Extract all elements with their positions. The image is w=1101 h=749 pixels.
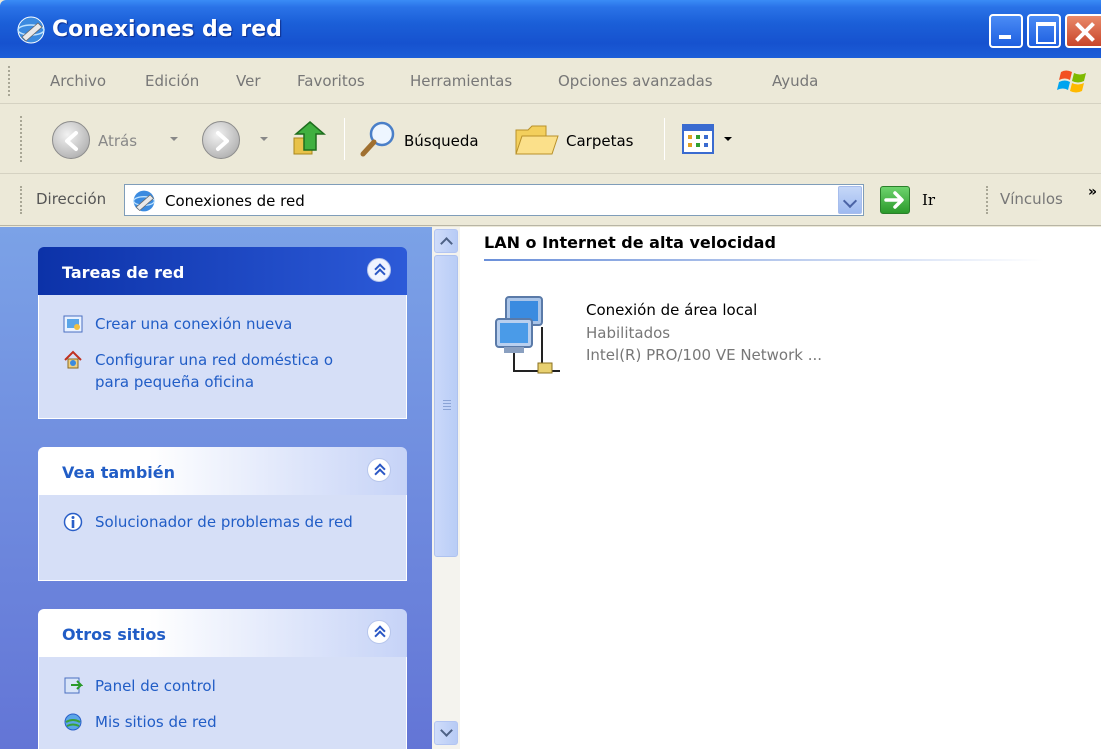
address-value: Conexiones de red bbox=[165, 192, 305, 210]
menu-edicion[interactable]: Edición bbox=[145, 72, 199, 90]
scroll-down-button[interactable] bbox=[434, 721, 458, 745]
address-input[interactable]: Conexiones de red bbox=[124, 184, 864, 216]
menu-favoritos[interactable]: Favoritos bbox=[297, 72, 365, 90]
network-tasks-panel: Tareas de red Crear una conexión nueva C… bbox=[38, 247, 407, 419]
panel-title: Otros sitios bbox=[62, 625, 166, 644]
see-also-body: Solucionador de problemas de red bbox=[38, 495, 407, 581]
task-pane: Tareas de red Crear una conexión nueva C… bbox=[0, 227, 432, 749]
folders-icon[interactable] bbox=[514, 120, 560, 158]
task-troubleshooter[interactable]: Solucionador de problemas de red bbox=[63, 511, 363, 533]
forward-arrow-icon bbox=[216, 131, 229, 151]
address-grip bbox=[20, 186, 23, 214]
other-places-body: Panel de control Mis sitios de red bbox=[38, 657, 407, 749]
menu-herramientas[interactable]: Herramientas bbox=[410, 72, 512, 90]
task-label[interactable]: Panel de control bbox=[95, 675, 216, 697]
network-connections-icon bbox=[132, 190, 156, 212]
back-arrow-icon bbox=[65, 131, 78, 151]
address-bar: Dirección Conexiones de red Ir Vínculos … bbox=[0, 174, 1101, 226]
lan-connection-icon bbox=[495, 296, 560, 374]
address-label: Dirección bbox=[36, 190, 107, 208]
scroll-up-button[interactable] bbox=[434, 229, 458, 253]
task-label[interactable]: Configurar una red doméstica o para pequ… bbox=[95, 349, 363, 393]
search-icon[interactable] bbox=[358, 118, 398, 160]
links-label[interactable]: Vínculos bbox=[1000, 190, 1063, 208]
task-label[interactable]: Crear una conexión nueva bbox=[95, 313, 292, 335]
task-control-panel[interactable]: Panel de control bbox=[63, 675, 216, 697]
control-panel-icon bbox=[64, 677, 83, 694]
menu-ver[interactable]: Ver bbox=[236, 72, 261, 90]
views-icon[interactable] bbox=[682, 124, 714, 154]
minimize-button[interactable] bbox=[989, 14, 1023, 48]
network-places-icon bbox=[64, 713, 82, 731]
panel-title: Tareas de red bbox=[62, 263, 185, 282]
connection-device: Intel(R) PRO/100 VE Network ... bbox=[586, 346, 823, 364]
task-pane-scrollbar[interactable] bbox=[432, 227, 460, 749]
menu-archivo[interactable]: Archivo bbox=[50, 72, 106, 90]
maximize-button[interactable] bbox=[1027, 14, 1061, 48]
task-label[interactable]: Solucionador de problemas de red bbox=[95, 511, 353, 533]
other-places-header[interactable]: Otros sitios bbox=[38, 609, 407, 657]
network-tasks-body: Crear una conexión nueva Configurar una … bbox=[38, 295, 407, 419]
menu-ayuda[interactable]: Ayuda bbox=[772, 72, 818, 90]
go-arrow-icon bbox=[884, 191, 904, 209]
scroll-thumb[interactable] bbox=[434, 255, 458, 557]
menu-bar: Archivo Edición Ver Favoritos Herramient… bbox=[0, 58, 1101, 104]
back-dropdown-icon[interactable] bbox=[170, 137, 178, 141]
windows-logo-icon bbox=[1057, 70, 1086, 93]
address-dropdown-button[interactable] bbox=[838, 186, 862, 214]
toolbar-grip bbox=[20, 116, 23, 162]
task-home-network[interactable]: Configurar una red doméstica o para pequ… bbox=[63, 349, 363, 393]
network-tasks-header[interactable]: Tareas de red bbox=[38, 247, 407, 295]
views-dropdown-icon[interactable] bbox=[724, 137, 732, 141]
connection-name: Conexión de área local bbox=[586, 301, 758, 319]
group-header: LAN o Internet de alta velocidad bbox=[484, 233, 776, 252]
home-network-icon bbox=[64, 350, 82, 369]
task-network-places[interactable]: Mis sitios de red bbox=[63, 711, 217, 733]
up-folder-icon[interactable] bbox=[290, 118, 330, 160]
back-button[interactable] bbox=[52, 121, 90, 159]
folders-label[interactable]: Carpetas bbox=[566, 132, 633, 150]
close-button[interactable] bbox=[1065, 14, 1101, 48]
search-label[interactable]: Búsqueda bbox=[404, 132, 479, 150]
see-also-header[interactable]: Vea también bbox=[38, 447, 407, 495]
file-list-view: LAN o Internet de alta velocidad Conexió… bbox=[460, 227, 1101, 749]
new-connection-icon bbox=[63, 315, 83, 333]
chevron-right-icon[interactable]: » bbox=[1088, 184, 1097, 200]
menu-opciones-avanzadas[interactable]: Opciones avanzadas bbox=[558, 72, 713, 90]
other-places-panel: Otros sitios Panel de control Mis sitios… bbox=[38, 609, 407, 749]
forward-dropdown-icon[interactable] bbox=[260, 137, 268, 141]
menu-grip bbox=[8, 66, 11, 96]
info-icon bbox=[63, 512, 83, 532]
task-label[interactable]: Mis sitios de red bbox=[95, 711, 217, 733]
task-create-connection[interactable]: Crear una conexión nueva bbox=[63, 313, 292, 335]
local-area-connection-item[interactable]: Conexión de área local Habilitados Intel… bbox=[490, 293, 910, 383]
collapse-icon[interactable] bbox=[367, 620, 391, 644]
connection-status: Habilitados bbox=[586, 324, 671, 342]
back-label[interactable]: Atrás bbox=[98, 132, 137, 150]
forward-button[interactable] bbox=[202, 121, 240, 159]
window-title: Conexiones de red bbox=[52, 17, 282, 42]
go-button[interactable] bbox=[880, 186, 910, 214]
standard-toolbar: Atrás Búsqueda Carpetas bbox=[0, 104, 1101, 174]
links-grip bbox=[986, 186, 989, 214]
go-label[interactable]: Ir bbox=[922, 191, 935, 209]
collapse-icon[interactable] bbox=[367, 458, 391, 482]
network-connections-icon bbox=[17, 16, 45, 44]
collapse-icon[interactable] bbox=[367, 258, 391, 282]
title-bar: Conexiones de red bbox=[0, 0, 1101, 58]
see-also-panel: Vea también Solucionador de problemas de… bbox=[38, 447, 407, 581]
panel-title: Vea también bbox=[62, 463, 176, 482]
group-divider bbox=[484, 259, 1044, 261]
